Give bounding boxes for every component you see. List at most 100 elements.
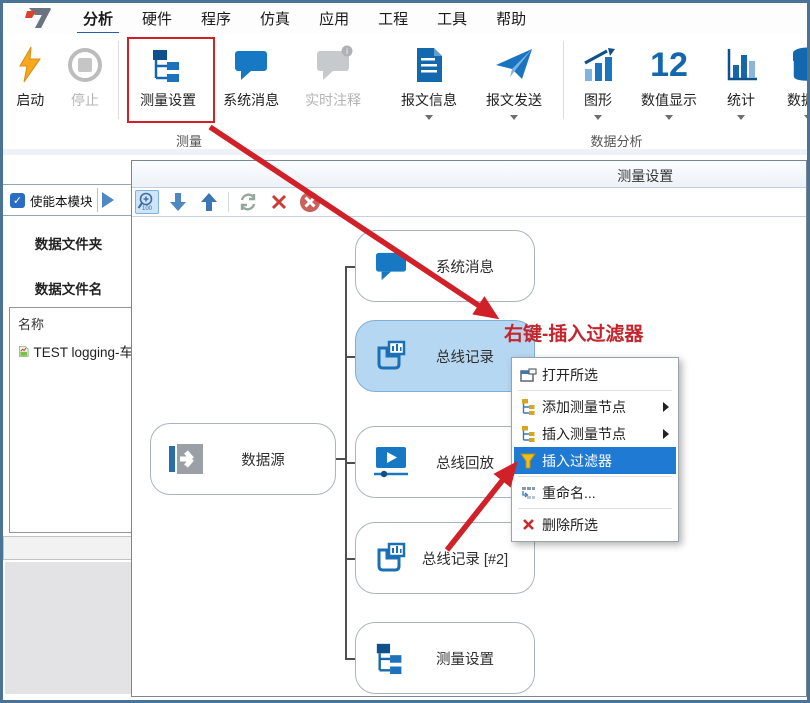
menu-item-engineering[interactable]: 工程	[376, 4, 410, 33]
document-icon	[412, 43, 446, 87]
menu-items: 分析 硬件 程序 仿真 应用 工程 工具 帮助	[81, 4, 528, 33]
graph-icon	[579, 43, 617, 87]
stop-button: 停止	[58, 33, 113, 133]
insert-node-icon	[514, 425, 542, 442]
menu-item-rename[interactable]: 重命名...	[514, 479, 676, 506]
ribbon-divider	[563, 41, 564, 119]
arrow-up-icon	[200, 192, 218, 212]
cancel-button[interactable]	[298, 190, 322, 214]
dropdown-caret-icon	[425, 115, 433, 120]
dropdown-caret-icon	[737, 115, 745, 120]
file-name: TEST logging-车	[33, 341, 133, 361]
dropdown-caret-icon	[804, 115, 810, 120]
dropdown-caret-icon	[665, 115, 673, 120]
message-send-button[interactable]: 报文发送	[471, 33, 557, 133]
move-down-button[interactable]	[166, 190, 190, 214]
submenu-arrow-icon	[663, 402, 669, 412]
sidebar-empty-panel	[5, 562, 134, 694]
svg-text:i: i	[346, 47, 348, 56]
zoom-100-button[interactable]: 100	[135, 190, 159, 214]
realtime-comment-button: i 实时注释	[291, 33, 375, 133]
group-label-data-analysis: 数据分析	[387, 131, 810, 150]
message-bubble-icon	[233, 43, 269, 87]
refresh-icon	[238, 192, 258, 212]
stop-icon	[66, 43, 104, 87]
menu-item-insert-node[interactable]: 插入测量节点	[514, 420, 676, 447]
delete-icon	[514, 518, 542, 531]
menu-item-application[interactable]: 应用	[317, 4, 351, 33]
start-button[interactable]: 启动	[3, 33, 58, 133]
arrow-down-icon	[169, 192, 187, 212]
list-item[interactable]: TEST logging-车	[18, 341, 133, 361]
menu-separator	[518, 476, 672, 477]
node-bus-replay[interactable]: 总线回放	[355, 426, 535, 498]
enable-module-row: ✓ 使能本模块	[3, 184, 134, 216]
filter-funnel-icon	[514, 453, 542, 469]
move-up-button[interactable]	[197, 190, 221, 214]
connector-line	[345, 462, 355, 464]
play-icon[interactable]	[100, 191, 116, 209]
menu-item-tools[interactable]: 工具	[435, 4, 469, 33]
close-x-icon	[271, 194, 287, 210]
cancel-circle-icon	[299, 191, 321, 213]
zoom-level-text: 100	[142, 206, 153, 212]
ribbon-toolbar: 启动 停止 测量设置	[3, 33, 807, 155]
database-button[interactable]: 数据库	[770, 33, 810, 133]
content-area: ✓ 使能本模块 数据文件夹 数据文件名 名称 TEST logging-车	[3, 155, 807, 700]
submenu-arrow-icon	[663, 429, 669, 439]
dropdown-caret-icon	[510, 115, 518, 120]
menu-item-simulation[interactable]: 仿真	[258, 4, 292, 33]
connector-line	[345, 558, 355, 560]
connector-line	[345, 266, 355, 268]
dropdown-caret-icon	[594, 115, 602, 120]
left-sidebar: ✓ 使能本模块 数据文件夹 数据文件名 名称 TEST logging-车	[3, 155, 134, 700]
node-measurement-setup[interactable]: 测量设置	[355, 622, 535, 694]
comment-info-icon: i	[315, 43, 351, 87]
group-label-measurement: 测量	[3, 131, 375, 150]
open-selected-icon	[514, 368, 542, 382]
menu-item-hardware[interactable]: 硬件	[140, 4, 174, 33]
menu-item-insert-filter[interactable]: 插入过滤器	[514, 447, 676, 474]
bus-replay-icon	[372, 445, 410, 479]
refresh-button[interactable]	[236, 190, 260, 214]
divider	[97, 188, 98, 212]
paper-plane-icon	[494, 43, 534, 87]
data-folder-label[interactable]: 数据文件夹	[3, 233, 134, 253]
menu-separator	[518, 508, 672, 509]
menu-item-help[interactable]: 帮助	[494, 4, 528, 33]
app-window: 分析 硬件 程序 仿真 应用 工程 工具 帮助 启动	[0, 0, 810, 703]
message-bubble-icon	[372, 250, 410, 282]
connector-line	[345, 356, 355, 358]
toolbar-divider	[228, 192, 229, 212]
menu-item-delete-selected[interactable]: 删除所选	[514, 511, 676, 538]
ribbon-divider	[118, 41, 119, 119]
panel-toolbar: 100	[132, 188, 806, 217]
measurement-setup-panel: 测量设置 100	[131, 160, 807, 697]
menu-item-add-node[interactable]: 添加测量节点	[514, 393, 676, 420]
statistics-button[interactable]: 统计	[712, 33, 770, 133]
data-filename-label[interactable]: 数据文件名	[3, 278, 134, 298]
sidebar-splitter[interactable]	[3, 536, 134, 560]
menu-item-program[interactable]: 程序	[199, 4, 233, 33]
ribbon-group-data-analysis: 报文信息 报文发送 图形	[387, 33, 810, 149]
context-menu: 打开所选 添加测量节点 插入测量节点	[511, 357, 679, 542]
remove-button[interactable]	[267, 190, 291, 214]
node-data-source[interactable]: 数据源	[150, 423, 336, 495]
panel-title: 测量设置	[617, 166, 673, 186]
node-system-messages[interactable]: 系统消息	[355, 230, 535, 302]
app-logo-icon	[21, 5, 55, 31]
bus-record-icon	[372, 338, 410, 374]
graphics-button[interactable]: 图形	[570, 33, 626, 133]
system-messages-button[interactable]: 系统消息	[211, 33, 291, 133]
message-info-button[interactable]: 报文信息	[387, 33, 471, 133]
enable-module-checkbox[interactable]: ✓	[10, 193, 25, 208]
node-bus-record-2[interactable]: 总线记录 [#2]	[355, 522, 535, 594]
annotation-text: 右键-插入过滤器	[504, 319, 643, 346]
diagram-canvas[interactable]: 数据源 系统消息 总线记录	[132, 217, 806, 696]
connector-line	[345, 658, 355, 660]
menu-separator	[518, 390, 672, 391]
menu-item-analysis[interactable]: 分析	[81, 4, 115, 33]
menu-item-open-selected[interactable]: 打开所选	[514, 361, 676, 388]
rename-icon	[514, 485, 542, 501]
numeric-display-button[interactable]: 12 数值显示	[626, 33, 712, 133]
